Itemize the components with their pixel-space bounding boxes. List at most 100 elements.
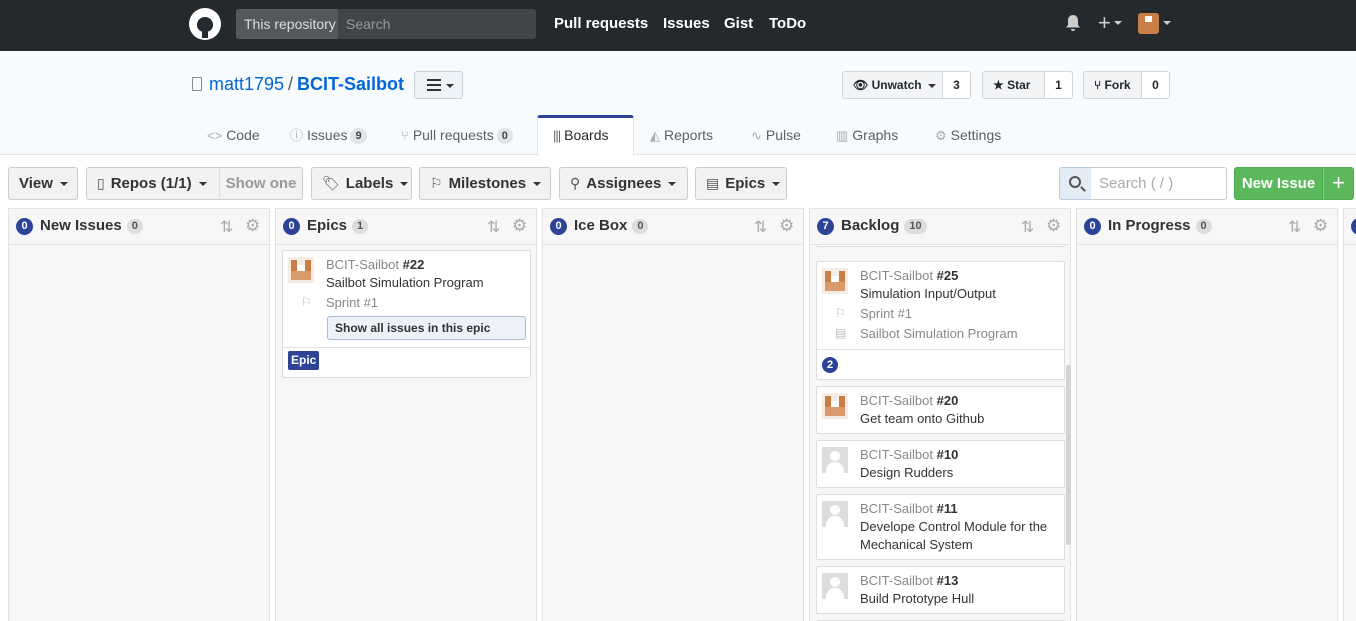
- nav-pull-requests[interactable]: Pull requests: [554, 15, 648, 32]
- board-search-input[interactable]: [1091, 167, 1227, 200]
- tab-settings[interactable]: ⚙ Settings: [935, 115, 1001, 155]
- repos-dropdown[interactable]: ▯ Repos (1/1): [86, 167, 220, 200]
- github-logo-icon[interactable]: [189, 8, 221, 40]
- unwatch-button[interactable]: 👁 Unwatch: [842, 71, 943, 99]
- card-title[interactable]: Sailbot Simulation Program: [326, 274, 484, 292]
- sort-icon[interactable]: ⇅: [1021, 217, 1034, 237]
- card-number: #20: [936, 393, 959, 408]
- epic-card[interactable]: BCIT-Sailbot #22 Sailbot Simulation Prog…: [282, 250, 531, 378]
- repo-icon: [192, 77, 202, 91]
- milestones-dropdown[interactable]: ⚐ Milestones: [419, 167, 551, 200]
- avatar: [822, 268, 848, 294]
- card-title[interactable]: Design Rudders: [860, 464, 953, 482]
- create-chevron-down-icon[interactable]: [1114, 21, 1122, 25]
- gear-icon[interactable]: ⚙: [245, 216, 260, 236]
- sort-icon[interactable]: ⇅: [487, 217, 500, 237]
- card-title[interactable]: Build Prototype Hull: [860, 590, 974, 608]
- card-number: #13: [936, 573, 959, 588]
- person-icon: ⚲: [570, 175, 581, 191]
- star-count[interactable]: 1: [1045, 71, 1073, 99]
- milestone-icon: ⚐: [430, 175, 443, 191]
- milestones-label: Milestones: [448, 175, 527, 192]
- card-repo[interactable]: BCIT-Sailbot #25: [860, 268, 958, 283]
- tab-pull-requests[interactable]: ⑂ Pull requests 0: [401, 115, 513, 155]
- labels-dropdown[interactable]: 🏷 Labels: [311, 167, 412, 200]
- sort-icon[interactable]: ⇅: [754, 217, 767, 237]
- card-number: #25: [936, 268, 959, 283]
- bell-icon[interactable]: [1065, 14, 1081, 37]
- epic-label-badge[interactable]: Epic: [288, 351, 320, 370]
- repo-list-menu-button[interactable]: [414, 71, 463, 99]
- column-count: 1: [352, 219, 369, 234]
- list-item[interactable]: BCIT-Sailbot #25 Simulation Input/Output…: [816, 261, 1065, 380]
- gear-icon[interactable]: ⚙: [779, 216, 794, 236]
- repo-name-link[interactable]: BCIT-Sailbot: [297, 74, 404, 95]
- sort-icon[interactable]: ⇅: [220, 217, 233, 237]
- nav-todo[interactable]: ToDo: [769, 15, 806, 32]
- sort-icon[interactable]: ⇅: [1288, 217, 1301, 237]
- column-badge: 7: [817, 218, 834, 235]
- epics-dropdown[interactable]: ▤ Epics: [695, 167, 787, 200]
- tab-code-label: Code: [226, 127, 260, 143]
- labels-label: Labels: [345, 175, 394, 192]
- show-one-button[interactable]: Show one: [219, 167, 303, 200]
- card-repo[interactable]: BCIT-Sailbot #11: [860, 501, 958, 516]
- column-backlog: 7 Backlog 10 ⇅ ⚙ BCIT-Sailbot #25 Simulat…: [809, 208, 1071, 621]
- avatar-chevron-down-icon[interactable]: [1163, 21, 1171, 25]
- nav-issues[interactable]: Issues: [663, 15, 710, 32]
- new-issue-button[interactable]: New Issue: [1234, 167, 1323, 200]
- tab-pulse[interactable]: ∿ Pulse: [751, 115, 801, 155]
- chevron-down-icon: [533, 182, 542, 187]
- card-repo-name: BCIT-Sailbot: [860, 573, 933, 588]
- card-number: #10: [936, 447, 959, 462]
- card-title[interactable]: Develope Control Module for the Mechanic…: [860, 518, 1060, 554]
- fork-count[interactable]: 0: [1142, 71, 1170, 99]
- list-item[interactable]: BCIT-Sailbot #13 Build Prototype Hull: [816, 566, 1065, 614]
- nav-gist[interactable]: Gist: [724, 15, 753, 32]
- new-issue-plus-button[interactable]: +: [1323, 167, 1354, 200]
- tab-reports[interactable]: ◭ Reports: [650, 115, 713, 155]
- gear-icon[interactable]: ⚙: [512, 216, 527, 236]
- tab-boards[interactable]: ||| Boards: [553, 115, 609, 155]
- card-epic[interactable]: Sailbot Simulation Program: [860, 326, 1018, 341]
- chevron-down-icon: [927, 83, 936, 88]
- list-item[interactable]: BCIT-Sailbot #10 Design Rudders: [816, 440, 1065, 488]
- column-scrollbar[interactable]: [1066, 365, 1071, 545]
- tab-issues[interactable]: ⓘ Issues 9: [290, 115, 367, 155]
- fork-button[interactable]: ⑂ Fork: [1083, 71, 1142, 99]
- view-dropdown[interactable]: View: [8, 167, 78, 200]
- repo-owner-link[interactable]: matt1795: [209, 74, 284, 95]
- list-item[interactable]: BCIT-Sailbot #11 Develope Control Module…: [816, 494, 1065, 560]
- card-milestone[interactable]: Sprint #1: [326, 295, 378, 310]
- search-scope-label[interactable]: This repository: [236, 9, 338, 39]
- card-title[interactable]: Get team onto Github: [860, 410, 984, 428]
- card-repo[interactable]: BCIT-Sailbot #20: [860, 393, 958, 408]
- board-search-button[interactable]: [1059, 167, 1092, 200]
- tag-icon: 🏷: [322, 175, 340, 191]
- avatar: [822, 573, 848, 599]
- star-label: Star: [1007, 78, 1031, 92]
- star-button[interactable]: ★ Star: [982, 71, 1045, 99]
- show-all-issues-button[interactable]: Show all issues in this epic: [327, 316, 526, 340]
- list-item[interactable]: BCIT-Sailbot #20 Get team onto Github: [816, 386, 1065, 434]
- search-scope-box: This repository: [236, 9, 536, 39]
- card-title[interactable]: Simulation Input/Output: [860, 285, 996, 303]
- create-new-icon[interactable]: +: [1098, 12, 1111, 34]
- column-header: [1344, 209, 1356, 245]
- watch-count[interactable]: 3: [943, 71, 971, 99]
- gear-icon[interactable]: ⚙: [1046, 216, 1061, 236]
- assignees-dropdown[interactable]: ⚲ Assignees: [559, 167, 688, 200]
- chevron-down-icon: [400, 182, 409, 187]
- card-repo[interactable]: BCIT-Sailbot #22: [326, 257, 424, 272]
- header-search-input[interactable]: [338, 9, 536, 39]
- tab-graphs[interactable]: ▥ Graphs: [836, 115, 898, 155]
- card-repo[interactable]: BCIT-Sailbot #13: [860, 573, 958, 588]
- gear-icon[interactable]: ⚙: [1313, 216, 1328, 236]
- card-milestone[interactable]: Sprint #1: [860, 306, 912, 321]
- star-icon: ★: [993, 78, 1004, 92]
- user-avatar[interactable]: [1138, 13, 1159, 34]
- sub-issue-badge[interactable]: 2: [822, 357, 838, 373]
- tab-code[interactable]: <> Code: [207, 115, 260, 155]
- card-repo[interactable]: BCIT-Sailbot #10: [860, 447, 958, 462]
- eye-icon: 👁: [853, 78, 869, 92]
